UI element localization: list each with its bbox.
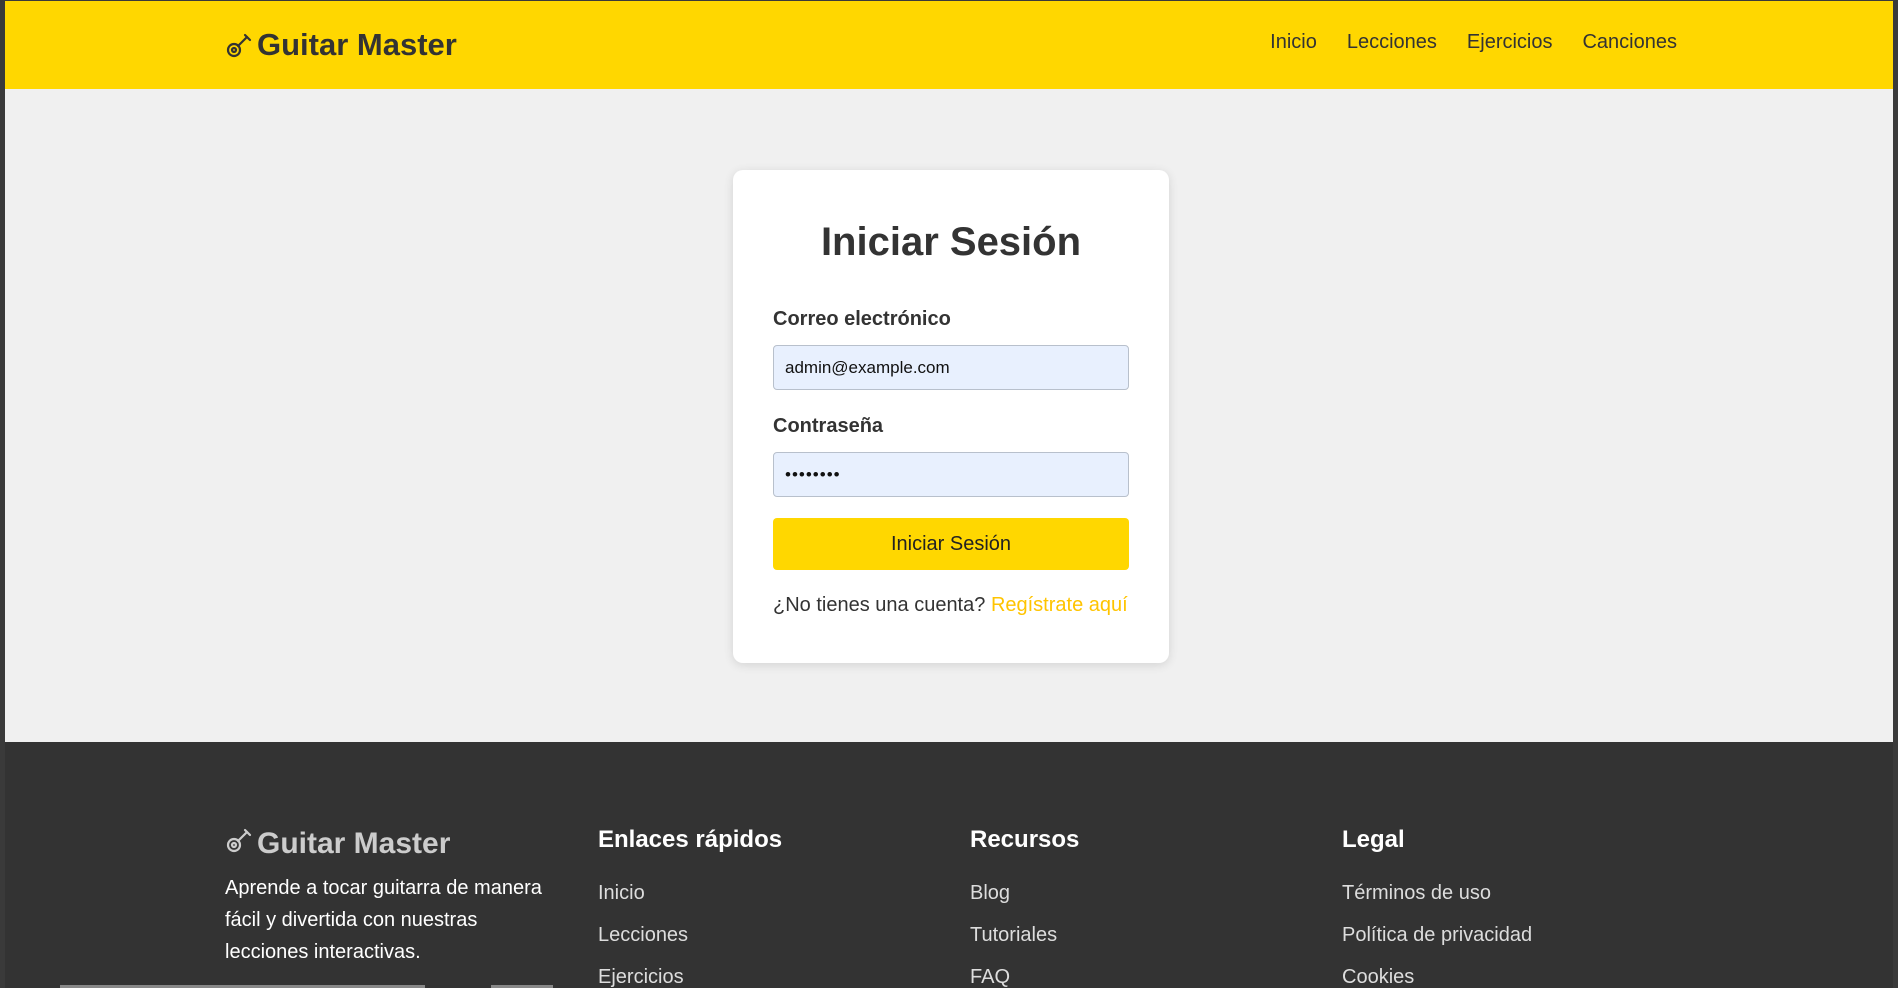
signup-prompt: ¿No tienes una cuenta? Regístrate aquí — [773, 594, 1129, 617]
footer-legal: Legal Términos de uso Política de privac… — [1342, 826, 1642, 988]
footer-quick-links: Enlaces rápidos Inicio Lecciones Ejercic… — [598, 826, 898, 988]
email-label: Correo electrónico — [773, 308, 951, 330]
email-input[interactable] — [773, 345, 1129, 390]
guitar-icon — [225, 826, 253, 862]
nav-canciones[interactable]: Canciones — [1582, 31, 1677, 54]
footer-brand: Guitar Master — [225, 826, 450, 862]
site-header: Guitar Master Inicio Lecciones Ejercicio… — [5, 1, 1893, 89]
footer-link-tutoriales[interactable]: Tutoriales — [970, 914, 1270, 956]
login-title: Iniciar Sesión — [820, 220, 1082, 264]
password-label: Contraseña — [773, 415, 884, 437]
nav-lecciones[interactable]: Lecciones — [1347, 31, 1437, 54]
password-input[interactable] — [773, 452, 1129, 497]
brand-logo[interactable]: Guitar Master — [225, 27, 457, 63]
signup-prompt-text: ¿No tienes una cuenta? — [773, 594, 986, 616]
footer-link-blog[interactable]: Blog — [970, 872, 1270, 914]
footer-link-faq[interactable]: FAQ — [970, 956, 1270, 988]
signup-link[interactable]: Regístrate aquí — [991, 594, 1128, 616]
nav-inicio[interactable]: Inicio — [1270, 31, 1317, 54]
footer-resources: Recursos Blog Tutoriales FAQ — [970, 826, 1270, 988]
footer-link-cookies[interactable]: Cookies — [1342, 956, 1642, 988]
login-submit-button[interactable]: Iniciar Sesión — [773, 518, 1129, 570]
footer-link-inicio[interactable]: Inicio — [598, 872, 898, 914]
footer-brand-name: Guitar Master — [257, 827, 451, 860]
page-frame: Guitar Master Inicio Lecciones Ejercicio… — [0, 0, 1898, 988]
footer-legal-title: Legal — [1342, 826, 1405, 853]
footer-link-lecciones[interactable]: Lecciones — [598, 914, 898, 956]
footer-quick-links-title: Enlaces rápidos — [598, 826, 783, 853]
footer-link-ejercicios[interactable]: Ejercicios — [598, 956, 898, 988]
nav-ejercicios[interactable]: Ejercicios — [1467, 31, 1553, 54]
footer-link-terminos[interactable]: Términos de uso — [1342, 872, 1642, 914]
login-card: Iniciar Sesión Correo electrónico Contra… — [733, 170, 1169, 663]
guitar-icon — [225, 31, 253, 59]
brand-name: Guitar Master — [257, 27, 457, 62]
footer-description: Aprende a tocar guitarra de manera fácil… — [225, 877, 542, 963]
footer-link-privacidad[interactable]: Política de privacidad — [1342, 914, 1642, 956]
main-nav: Inicio Lecciones Ejercicios Canciones — [1270, 31, 1677, 54]
footer-resources-title: Recursos — [970, 826, 1080, 853]
site-footer: Guitar Master Aprende a tocar guitarra d… — [5, 742, 1893, 988]
